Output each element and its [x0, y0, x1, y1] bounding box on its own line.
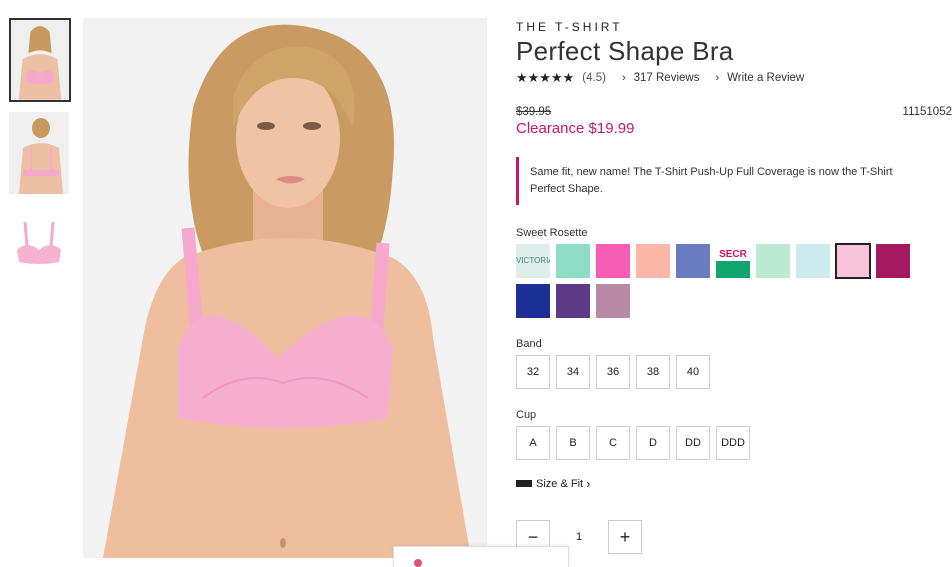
size-fit-link[interactable]: Size & Fit › [516, 476, 952, 491]
color-swatch-hot-pink[interactable] [596, 244, 630, 278]
band-size-options: 32 34 36 38 40 [516, 355, 952, 389]
color-swatch-navy[interactable] [516, 284, 550, 318]
cup-size-a[interactable]: A [516, 426, 550, 460]
rename-notice: Same fit, new name! The T-Shirt Push-Up … [516, 157, 938, 205]
cup-size-d[interactable]: D [636, 426, 670, 460]
pink-dot-icon [414, 559, 422, 567]
thumbnail-product[interactable] [9, 204, 69, 286]
collection-name: THE T-SHIRT [516, 20, 623, 34]
product-title: Perfect Shape Bra [516, 36, 734, 66]
color-swatch-peach[interactable] [636, 244, 670, 278]
cup-label: Cup [516, 409, 537, 421]
thumbnail-front[interactable] [9, 18, 71, 102]
model-front-image [11, 20, 69, 100]
selected-color-label: Sweet Rosette [516, 227, 588, 239]
bra-product-image [17, 221, 61, 264]
cup-size-ddd[interactable]: DDD [716, 426, 750, 460]
product-info: THE T-SHIRT Perfect Shape Bra ★★★★★ (4.5… [516, 18, 952, 491]
chevron-right-icon: › [621, 72, 626, 84]
color-swatch-berry[interactable] [876, 244, 910, 278]
color-swatches: VICTORIA'S SECR [516, 243, 916, 324]
band-size-40[interactable]: 40 [676, 355, 710, 389]
band-label: Band [516, 338, 542, 350]
rating-row: ★★★★★ (4.5) › 317 Reviews › Write a Revi… [516, 70, 952, 86]
cup-size-b[interactable]: B [556, 426, 590, 460]
model-illustration [83, 18, 487, 558]
reviews-link[interactable]: 317 Reviews [634, 72, 700, 84]
thumbnail-back[interactable] [9, 112, 69, 194]
price-row: $39.95 11151052 [516, 106, 952, 118]
band-size-32[interactable]: 32 [516, 355, 550, 389]
color-swatch-mauve[interactable] [596, 284, 630, 318]
star-rating-icon: ★★★★★ [516, 70, 575, 85]
cup-size-options: A B C D DD DDD [516, 426, 952, 460]
thumbnail-list [9, 18, 73, 296]
cup-size-c[interactable]: C [596, 426, 630, 460]
band-size-34[interactable]: 34 [556, 355, 590, 389]
color-swatch-purple[interactable] [556, 284, 590, 318]
color-swatch-pale-mint[interactable] [756, 244, 790, 278]
color-swatch-periwinkle[interactable] [676, 244, 710, 278]
write-review-link[interactable]: Write a Review [727, 72, 804, 84]
quantity-increase-button[interactable]: + [608, 520, 642, 554]
quantity-value[interactable]: 1 [550, 531, 608, 543]
size-fit-label: Size & Fit [536, 477, 584, 490]
color-swatch-mint[interactable] [556, 244, 590, 278]
original-price: $39.95 [516, 106, 552, 118]
main-product-image [83, 18, 487, 558]
band-size-36[interactable]: 36 [596, 355, 630, 389]
ruler-icon [516, 480, 532, 487]
color-swatch-pale-blue[interactable] [796, 244, 830, 278]
chevron-right-icon: › [715, 72, 720, 84]
band-size-38[interactable]: 38 [636, 355, 670, 389]
color-swatch-secret-green[interactable]: SECR [716, 244, 750, 278]
color-swatch-sweet-rosette[interactable] [835, 243, 871, 279]
rating-value: (4.5) [582, 72, 606, 84]
cup-size-dd[interactable]: DD [676, 426, 710, 460]
sku-number: 11151052 [902, 106, 952, 118]
chevron-right-icon: › [586, 476, 591, 491]
color-swatch-print-script[interactable]: VICTORIA'S [516, 244, 550, 278]
clearance-price: Clearance $19.99 [516, 120, 635, 137]
model-back-image [9, 112, 69, 194]
